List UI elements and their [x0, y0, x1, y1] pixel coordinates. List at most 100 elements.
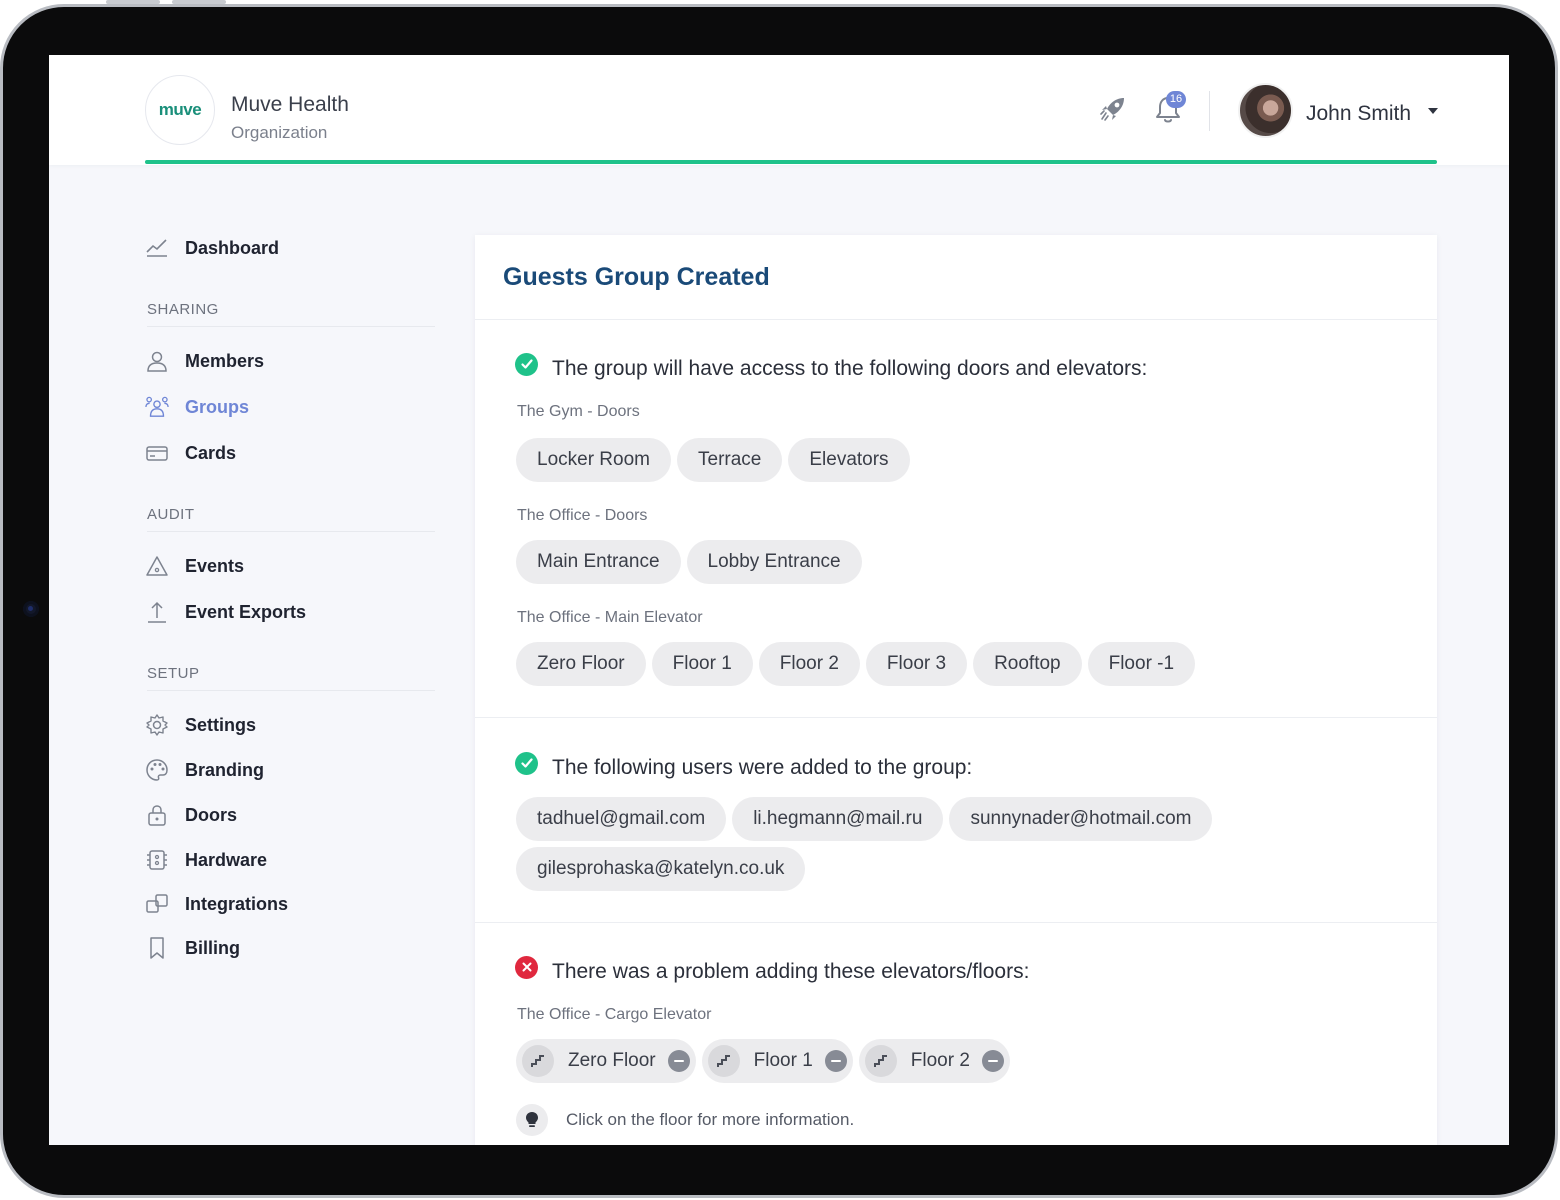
- sidebar-item-settings[interactable]: Settings: [145, 710, 256, 740]
- chip-list: Locker Room Terrace Elevators: [516, 438, 910, 482]
- users-heading-text: The following users were added to the gr…: [552, 756, 973, 779]
- sidebar-item-label: Groups: [185, 396, 250, 417]
- chart-line-icon: [145, 236, 169, 260]
- sidebar-item-label: Event Exports: [185, 601, 307, 622]
- sidebar-item-label: Billing: [185, 937, 240, 958]
- header-divider: [1209, 91, 1210, 131]
- group-label: The Office - Doors: [517, 507, 648, 524]
- integrations-icon: [145, 892, 169, 916]
- upload-icon: [145, 600, 169, 624]
- user-chip-list: tadhuel@gmail.com li.hegmann@mail.ru sun…: [516, 797, 1396, 891]
- section-divider: [147, 326, 435, 327]
- org-name: Muve Health: [231, 93, 349, 116]
- bookmark-icon: [145, 936, 169, 960]
- app-screen: muve Muve Health Organization 16 John Sm…: [49, 55, 1509, 1145]
- org-logo[interactable]: muve: [145, 75, 215, 145]
- sidebar-item-dashboard[interactable]: Dashboard: [145, 233, 279, 263]
- failed-floor-label: Zero Floor: [568, 1050, 656, 1071]
- sidebar-item-event-exports[interactable]: Event Exports: [145, 597, 306, 627]
- sidebar-item-integrations[interactable]: Integrations: [145, 889, 288, 919]
- floor-chip[interactable]: Rooftop: [973, 642, 1082, 686]
- sidebar-item-label: Branding: [185, 759, 264, 780]
- floor-chip[interactable]: Floor 2: [758, 642, 860, 686]
- door-chip[interactable]: Locker Room: [516, 438, 671, 482]
- top-header: muve Muve Health Organization 16 John Sm…: [49, 55, 1509, 165]
- lightbulb-icon: [516, 1104, 548, 1136]
- problem-chip-list: Zero Floor Floor 1 Floor 2: [516, 1039, 1010, 1083]
- notification-badge: 16: [1166, 91, 1186, 108]
- result-card: Guests Group Created The group will have…: [475, 235, 1437, 1145]
- stairs-icon: [522, 1045, 554, 1077]
- group-label: The Gym - Doors: [517, 403, 640, 420]
- org-type: Organization: [231, 123, 328, 142]
- chip-list: Zero Floor Floor 1 Floor 2 Floor 3 Rooft…: [516, 642, 1196, 686]
- user-chip[interactable]: sunnynader@hotmail.com: [949, 797, 1213, 841]
- caret-down-icon[interactable]: [1428, 108, 1438, 114]
- failed-floor-chip[interactable]: Floor 2: [858, 1039, 1010, 1083]
- sidebar-item-branding[interactable]: Branding: [145, 755, 264, 785]
- door-chip[interactable]: Terrace: [677, 438, 783, 482]
- card-divider: [475, 717, 1437, 718]
- sidebar-item-label: Events: [185, 555, 245, 576]
- failed-floor-chip[interactable]: Floor 1: [701, 1039, 853, 1083]
- users-heading: The following users were added to the gr…: [515, 751, 973, 780]
- sidebar-item-events[interactable]: Events: [145, 551, 244, 581]
- check-circle-icon: [515, 751, 538, 775]
- user-icon: [145, 349, 169, 373]
- header-accent-line: [145, 160, 1437, 164]
- sidebar-item-label: Settings: [185, 714, 257, 735]
- floor-chip[interactable]: Floor 1: [651, 642, 753, 686]
- gear-icon: [145, 713, 169, 737]
- user-chip[interactable]: tadhuel@gmail.com: [516, 797, 727, 841]
- sidebar-item-doors[interactable]: Doors: [145, 800, 237, 830]
- problem-heading: There was a problem adding these elevato…: [515, 955, 1029, 984]
- chip-list: Main Entrance Lobby Entrance: [516, 540, 862, 584]
- users-icon: [145, 395, 169, 419]
- remove-icon[interactable]: [981, 1050, 1004, 1072]
- section-label-sharing: SHARING: [147, 301, 219, 318]
- stairs-icon: [864, 1045, 897, 1077]
- hint-row: Click on the floor for more information.: [516, 1104, 854, 1136]
- sidebar-item-members[interactable]: Members: [145, 346, 264, 376]
- sidebar-item-groups[interactable]: Groups: [145, 392, 249, 422]
- floor-chip[interactable]: Floor 3: [865, 642, 968, 686]
- avatar[interactable]: [1238, 83, 1293, 138]
- section-divider: [147, 690, 435, 691]
- remove-icon[interactable]: [824, 1050, 847, 1072]
- sidebar-item-hardware[interactable]: Hardware: [145, 845, 267, 875]
- sidebar-item-label: Members: [185, 350, 265, 371]
- section-divider: [147, 531, 435, 532]
- sidebar-item-label: Hardware: [185, 849, 268, 870]
- warning-triangle-icon: [145, 554, 169, 578]
- user-name[interactable]: John Smith: [1306, 102, 1411, 126]
- sidebar-item-label: Dashboard: [185, 237, 280, 258]
- floor-chip[interactable]: Floor -1: [1087, 642, 1196, 686]
- rocket-icon[interactable]: [1097, 93, 1129, 125]
- credit-card-icon: [145, 441, 169, 465]
- door-chip[interactable]: Main Entrance: [516, 540, 681, 584]
- group-label: The Office - Main Elevator: [517, 609, 703, 626]
- failed-floor-chip[interactable]: Zero Floor: [516, 1039, 696, 1083]
- section-label-audit: AUDIT: [147, 506, 195, 523]
- error-circle-icon: [515, 955, 538, 979]
- door-chip[interactable]: Elevators: [788, 438, 910, 482]
- access-heading-text: The group will have access to the follow…: [552, 357, 1148, 380]
- bell-icon[interactable]: 16: [1152, 91, 1186, 125]
- door-chip[interactable]: Lobby Entrance: [686, 540, 862, 584]
- lock-icon: [145, 803, 169, 827]
- sidebar-item-cards[interactable]: Cards: [145, 438, 236, 468]
- remove-icon[interactable]: [667, 1050, 690, 1072]
- check-circle-icon: [515, 352, 538, 376]
- hint-text: Click on the floor for more information.: [566, 1110, 855, 1129]
- card-divider: [475, 922, 1437, 923]
- stairs-icon: [707, 1045, 740, 1077]
- logo-text: muve: [158, 100, 202, 119]
- floor-chip[interactable]: Zero Floor: [516, 642, 646, 686]
- sidebar-item-label: Integrations: [185, 893, 289, 914]
- card-divider: [475, 319, 1437, 320]
- user-chip[interactable]: gilesprohaska@katelyn.co.uk: [516, 847, 806, 891]
- sidebar-item-billing[interactable]: Billing: [145, 933, 240, 963]
- failed-floor-label: Floor 1: [753, 1050, 813, 1071]
- user-chip[interactable]: li.hegmann@mail.ru: [732, 797, 944, 841]
- front-camera: [23, 601, 39, 617]
